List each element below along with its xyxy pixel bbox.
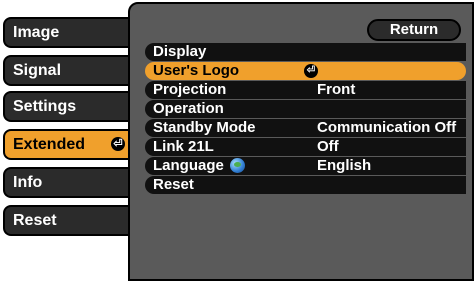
enter-icon: ⏎: [304, 64, 318, 78]
menu-item-users-logo[interactable]: User's Logo ⏎: [145, 62, 466, 80]
tab-label: Settings: [13, 98, 77, 115]
menu-item-value: Communication Off: [317, 119, 457, 136]
tab-signal[interactable]: Signal: [3, 55, 131, 86]
menu-item-label: Reset: [153, 176, 194, 193]
menu-item-reset[interactable]: Reset: [145, 176, 466, 194]
menu-item-label: Operation: [153, 100, 224, 117]
tab-extended[interactable]: Extended ⏎: [3, 129, 131, 160]
menu-item-operation[interactable]: Operation: [145, 100, 466, 118]
menu-item-value: Front: [317, 81, 356, 98]
menu-sidebar: Image Signal Settings Extended ⏎ Info Re…: [0, 0, 135, 281]
menu-item-label: User's Logo: [153, 62, 240, 79]
menu-item-link-21l[interactable]: Link 21L Off: [145, 138, 466, 156]
menu-item-value: English: [317, 157, 372, 174]
tab-label: Info: [13, 174, 43, 191]
menu-item-label: Projection: [153, 81, 227, 98]
tab-reset[interactable]: Reset: [3, 205, 131, 236]
globe-icon: [229, 157, 245, 173]
menu-item-label: Standby Mode: [153, 119, 256, 136]
tab-label: Signal: [13, 62, 62, 79]
menu-item-label: Language: [153, 157, 224, 174]
menu-item-language[interactable]: Language English: [145, 157, 466, 175]
menu-item-value: Off: [317, 138, 339, 155]
tab-label: Image: [13, 24, 60, 41]
return-label: Return: [389, 21, 439, 38]
tab-label: Extended: [13, 136, 86, 153]
menu-item-label: Display: [153, 43, 207, 60]
tab-label: Reset: [13, 212, 57, 229]
tab-settings[interactable]: Settings: [3, 91, 131, 122]
menu-item-display[interactable]: Display: [145, 43, 466, 61]
enter-icon: ⏎: [111, 137, 125, 151]
return-button[interactable]: Return: [367, 19, 461, 41]
menu-item-projection[interactable]: Projection Front: [145, 81, 466, 99]
menu-item-label-group: Language: [153, 157, 245, 175]
tab-image[interactable]: Image: [3, 17, 131, 48]
tab-info[interactable]: Info: [3, 167, 131, 198]
menu-item-label: Link 21L: [153, 138, 214, 155]
menu-item-standby-mode[interactable]: Standby Mode Communication Off: [145, 119, 466, 137]
